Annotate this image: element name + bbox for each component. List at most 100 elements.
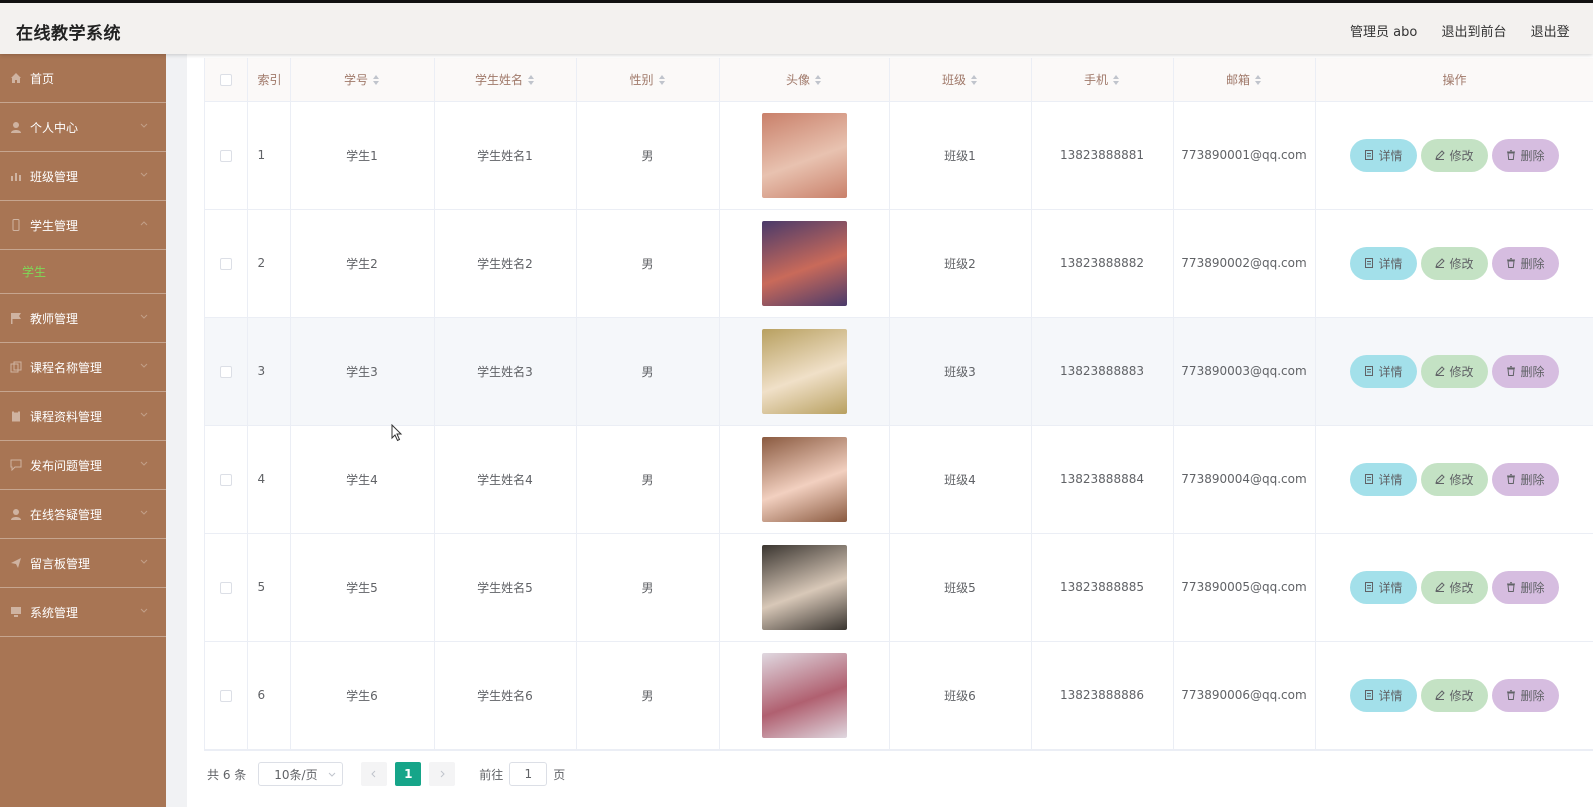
chevron-down-icon	[328, 772, 336, 777]
document-icon	[1365, 258, 1374, 268]
detail-button[interactable]: 详情	[1350, 138, 1417, 172]
cell-actions: 详情 修改 删除	[1315, 641, 1593, 750]
logout-link[interactable]: 退出登	[1531, 25, 1570, 40]
admin-user-label[interactable]: 管理员 abo	[1350, 25, 1417, 40]
sidebar-item-message-board-management[interactable]: 留言板管理	[0, 539, 166, 588]
page-size-select[interactable]: 10条/页	[258, 762, 344, 786]
row-checkbox[interactable]	[219, 689, 232, 702]
column-header-email[interactable]: 邮箱	[1173, 58, 1316, 102]
sidebar-item-label: 首页	[30, 71, 55, 86]
cell-email: 773890002@qq.com	[1173, 209, 1316, 318]
edit-button[interactable]: 修改	[1421, 570, 1488, 604]
sort-icon[interactable]	[970, 75, 978, 86]
goto-suffix: 页	[553, 767, 566, 782]
delete-button[interactable]: 删除	[1492, 462, 1559, 496]
row-checkbox[interactable]	[219, 149, 232, 162]
detail-button[interactable]: 详情	[1350, 354, 1417, 388]
sidebar-item-personal-center[interactable]: 个人中心	[0, 103, 166, 152]
delete-button[interactable]: 删除	[1492, 354, 1559, 388]
edit-button[interactable]: 修改	[1421, 246, 1488, 280]
cell-gender: 男	[576, 425, 720, 534]
sidebar-item-student-management[interactable]: 学生管理	[0, 201, 166, 250]
select-all-cell[interactable]	[205, 58, 248, 102]
avatar[interactable]	[761, 652, 847, 738]
page-number-current[interactable]: 1	[395, 762, 422, 786]
top-bar: 在线教学系统 管理员 abo 退出到前台 退出登	[0, 0, 1593, 54]
cell-name: 学生姓名4	[434, 425, 577, 534]
pencil-icon	[1435, 150, 1446, 160]
row-select-cell[interactable]	[205, 641, 248, 750]
goto-page-input[interactable]	[509, 762, 548, 786]
detail-button[interactable]: 详情	[1350, 678, 1417, 712]
delete-button[interactable]: 删除	[1492, 246, 1559, 280]
column-header-phone[interactable]: 手机	[1031, 58, 1174, 102]
sidebar-item-label: 班级管理	[30, 169, 79, 184]
sidebar-item-teacher-management[interactable]: 教师管理	[0, 294, 166, 343]
avatar[interactable]	[761, 544, 847, 630]
sidebar-item-course-material-management[interactable]: 课程资料管理	[0, 392, 166, 441]
edit-button[interactable]: 修改	[1421, 678, 1488, 712]
detail-button[interactable]: 详情	[1350, 570, 1417, 604]
column-header-name[interactable]: 学生姓名	[434, 58, 577, 102]
detail-button[interactable]: 详情	[1350, 246, 1417, 280]
table-row: 5 学生5 学生姓名5 男 班级5 13823888885 773890005@qq.com…	[205, 533, 1593, 642]
next-page-button[interactable]	[429, 762, 456, 786]
row-select-cell[interactable]	[205, 209, 248, 318]
sort-icon[interactable]	[1112, 75, 1120, 86]
sidebar-item-label: 课程名称管理	[30, 360, 103, 375]
select-all-checkbox[interactable]	[219, 73, 232, 86]
delete-button[interactable]: 删除	[1492, 138, 1559, 172]
trash-icon	[1507, 258, 1516, 268]
table-row: 6 学生6 学生姓名6 男 班级6 13823888886 773890006@qq.com…	[205, 641, 1593, 750]
sort-icon[interactable]	[527, 75, 535, 86]
row-checkbox[interactable]	[219, 365, 232, 378]
edit-button[interactable]: 修改	[1421, 354, 1488, 388]
exit-to-front-link[interactable]: 退出到前台	[1441, 25, 1506, 40]
cell-actions: 详情 修改 删除	[1315, 101, 1593, 210]
cell-actions: 详情 修改 删除	[1315, 533, 1593, 642]
edit-button[interactable]: 修改	[1421, 462, 1488, 496]
sort-icon[interactable]	[658, 75, 666, 86]
sidebar-item-home[interactable]: 首页	[0, 54, 166, 103]
delete-button[interactable]: 删除	[1492, 678, 1559, 712]
column-header-gender[interactable]: 性别	[576, 58, 720, 102]
cell-email: 773890005@qq.com	[1173, 533, 1316, 642]
clipboard-icon	[10, 410, 22, 422]
avatar[interactable]	[761, 328, 847, 414]
row-select-cell[interactable]	[205, 101, 248, 210]
cell-avatar	[719, 641, 890, 750]
column-header-student-no[interactable]: 学号	[290, 58, 435, 102]
row-select-cell[interactable]	[205, 425, 248, 534]
row-checkbox[interactable]	[219, 581, 232, 594]
sidebar-item-course-name-management[interactable]: 课程名称管理	[0, 343, 166, 392]
sidebar-item-system-management[interactable]: 系统管理	[0, 588, 166, 637]
column-header-class[interactable]: 班级	[889, 58, 1032, 102]
sidebar-item-label: 在线答疑管理	[30, 507, 103, 522]
column-header-actions: 操作	[1315, 58, 1593, 102]
row-checkbox[interactable]	[219, 473, 232, 486]
sidebar-item-class-management[interactable]: 班级管理	[0, 152, 166, 201]
sidebar-item-label: 个人中心	[30, 120, 79, 135]
row-select-cell[interactable]	[205, 533, 248, 642]
sidebar-item-question-management[interactable]: 发布问题管理	[0, 441, 166, 490]
sidebar-item-online-qa-management[interactable]: 在线答疑管理	[0, 490, 166, 539]
sort-icon[interactable]	[372, 75, 380, 86]
sort-icon[interactable]	[814, 75, 822, 86]
column-header-avatar[interactable]: 头像	[719, 58, 890, 102]
cell-student-no: 学生4	[290, 425, 435, 534]
avatar[interactable]	[761, 112, 847, 198]
cell-student-no: 学生6	[290, 641, 435, 750]
detail-button[interactable]: 详情	[1350, 462, 1417, 496]
avatar[interactable]	[761, 436, 847, 522]
sort-icon[interactable]	[1254, 75, 1262, 86]
edit-button[interactable]: 修改	[1421, 138, 1488, 172]
content-gutter	[166, 54, 187, 807]
avatar[interactable]	[761, 220, 847, 306]
total-count: 共 6 条	[207, 767, 247, 782]
prev-page-button[interactable]	[361, 762, 388, 786]
sidebar-subitem-student[interactable]: 学生	[0, 250, 166, 294]
row-select-cell[interactable]	[205, 317, 248, 426]
delete-button[interactable]: 删除	[1492, 570, 1559, 604]
row-checkbox[interactable]	[219, 257, 232, 270]
document-icon	[1365, 582, 1374, 592]
